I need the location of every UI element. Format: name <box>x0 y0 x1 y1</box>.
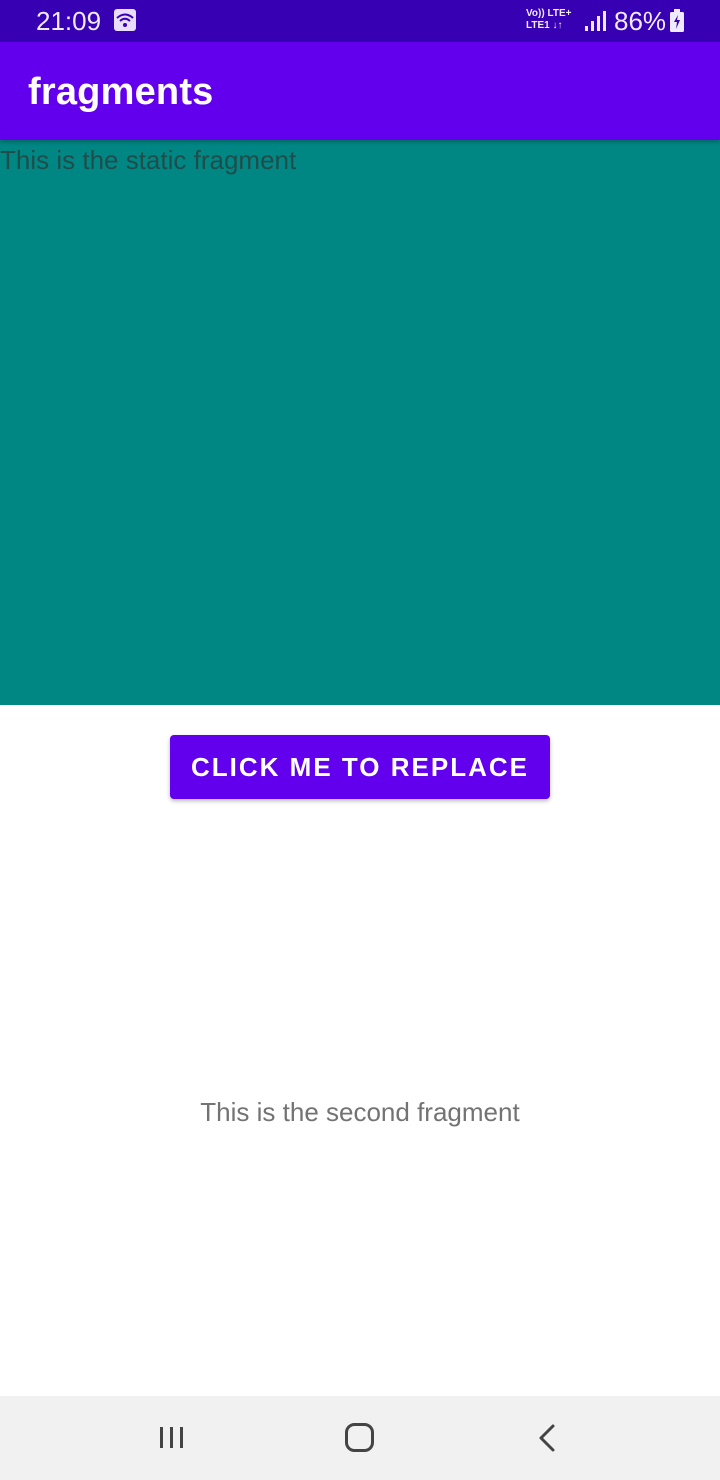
recents-button[interactable] <box>152 1418 192 1458</box>
static-fragment: This is the static fragment <box>0 140 720 705</box>
network-type-icon: Vo)) LTE+ LTE1 ↓↑ <box>526 8 580 34</box>
app-bar: fragments <box>0 42 720 140</box>
navigation-bar <box>0 1396 720 1480</box>
status-time: 21:09 <box>36 6 102 36</box>
recents-icon <box>160 1427 183 1448</box>
back-icon <box>539 1424 555 1452</box>
home-button[interactable] <box>340 1418 380 1458</box>
app-title: fragments <box>28 71 214 113</box>
back-button[interactable] <box>528 1418 568 1458</box>
replace-button[interactable]: CLICK ME TO REPLACE <box>170 735 550 799</box>
status-bar: 21:09 Vo)) LTE+ LTE1 ↓↑ 86% <box>0 0 720 42</box>
second-fragment-text: This is the second fragment <box>200 1097 520 1127</box>
screen: 21:09 Vo)) LTE+ LTE1 ↓↑ 86% fragments Th… <box>0 0 720 1480</box>
second-fragment: This is the second fragment <box>0 820 720 1396</box>
wifi-icon <box>114 9 136 31</box>
home-icon <box>345 1423 374 1452</box>
network-line-1: Vo)) LTE+ <box>526 8 572 19</box>
battery-icon <box>670 9 684 32</box>
static-fragment-text: This is the static fragment <box>0 145 297 175</box>
network-line-2: LTE1 ↓↑ <box>526 20 563 31</box>
battery-percent: 86% <box>614 6 667 36</box>
signal-icon <box>585 11 606 31</box>
